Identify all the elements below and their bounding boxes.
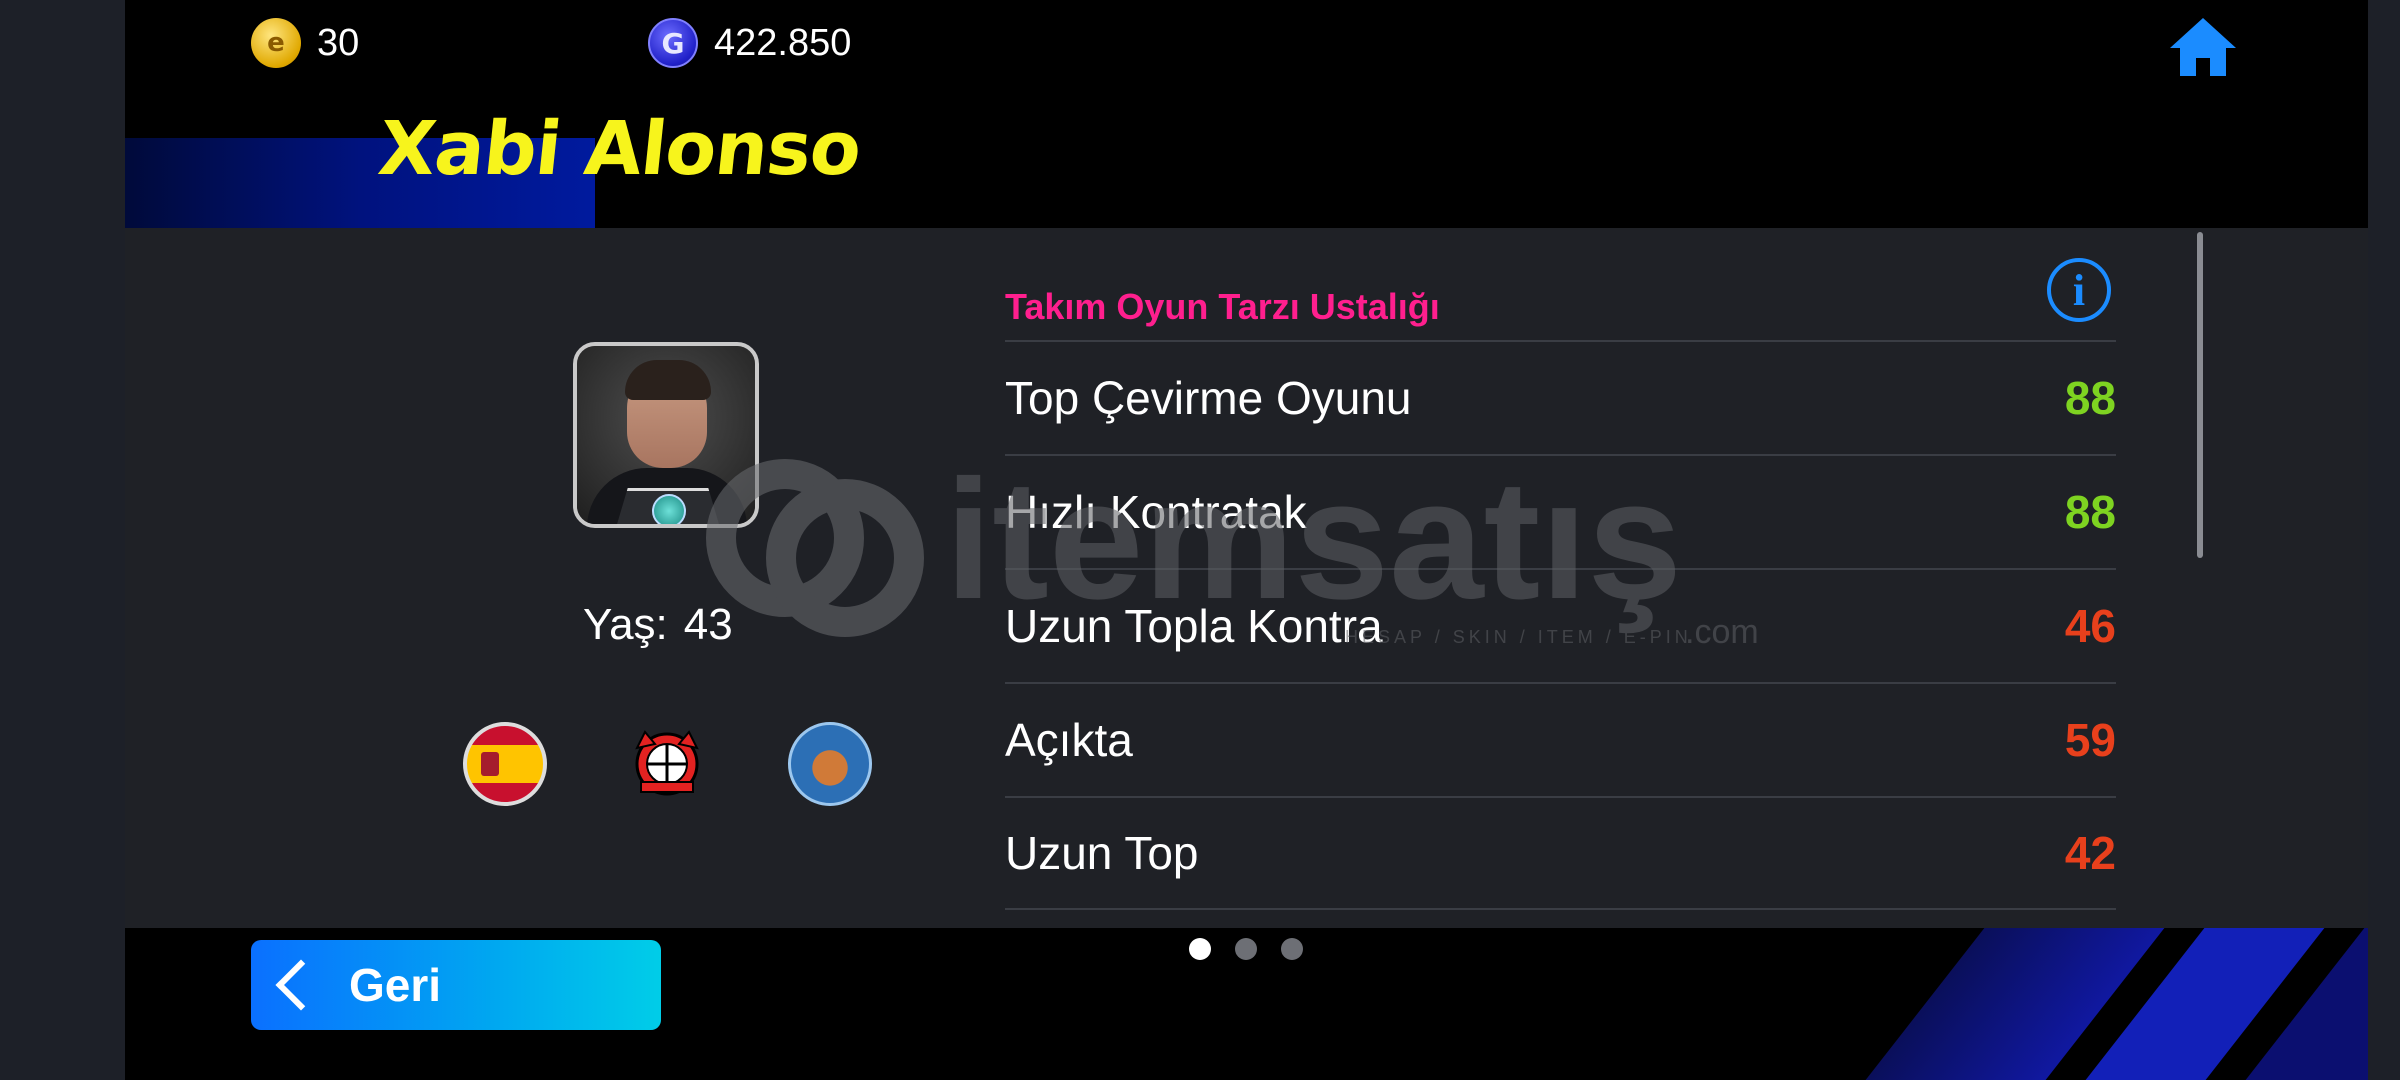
- list-item: Uzun Top 42: [1005, 796, 2116, 910]
- stat-value: 42: [2064, 827, 2116, 879]
- stat-value: 88: [2064, 372, 2116, 424]
- right-letterbox: [2368, 0, 2400, 1080]
- europa-league-icon: [788, 722, 872, 806]
- stat-value: 46: [2064, 600, 2116, 652]
- page-dot[interactable]: [1235, 938, 1257, 960]
- home-icon: [2170, 18, 2236, 76]
- player-portrait[interactable]: [573, 342, 759, 528]
- coins-value: 30: [317, 21, 360, 64]
- page-dot-active[interactable]: [1189, 938, 1211, 960]
- home-button[interactable]: [2168, 14, 2238, 80]
- section-title: Takım Oyun Tarzı Ustalığı: [1005, 286, 1440, 327]
- stat-value: 59: [2064, 714, 2116, 766]
- page-indicator: [1189, 938, 1303, 960]
- efootball-badge-icon: [652, 494, 686, 524]
- leverkusen-crest-icon: [625, 722, 709, 806]
- gp-counter: G 422.850: [648, 18, 851, 68]
- list-item: Hızlı Kontratak 88: [1005, 454, 2116, 568]
- scrollbar[interactable]: [2197, 232, 2203, 558]
- back-button-label: Geri: [349, 959, 442, 1011]
- stat-label: Uzun Top: [1005, 827, 1199, 879]
- stat-label: Hızlı Kontratak: [1005, 486, 1307, 538]
- age-value: 43: [683, 600, 733, 649]
- player-name: Xabi Alonso: [374, 106, 865, 192]
- efootball-coin-icon: e: [251, 18, 301, 68]
- list-item: Açıkta 59: [1005, 682, 2116, 796]
- stat-label: Top Çevirme Oyunu: [1005, 372, 1412, 424]
- age-label: Yaş:: [583, 600, 668, 649]
- list-item: Top Çevirme Oyunu 88: [1005, 340, 2116, 454]
- chevron-left-icon: [275, 959, 327, 1011]
- stat-label: Uzun Topla Kontra: [1005, 600, 1383, 652]
- stats-list: Top Çevirme Oyunu 88 Hızlı Kontratak 88 …: [1005, 340, 2116, 910]
- page-dot[interactable]: [1281, 938, 1303, 960]
- spain-flag-icon: [463, 722, 547, 806]
- list-item: Uzun Topla Kontra 46: [1005, 568, 2116, 682]
- age-display: Yaş: 43: [583, 600, 733, 650]
- game-screen: e 30 G 422.850 Xabi Alonso Yaş: 43 Takım…: [125, 0, 2368, 1080]
- back-button[interactable]: Geri: [251, 940, 661, 1030]
- player-panel: Yaş: 43 Takım Oyun Tarzı Ustalığı i Top …: [125, 228, 2368, 928]
- coins-counter: e 30: [251, 18, 359, 68]
- top-bar: e 30 G 422.850 Xabi Alonso: [125, 0, 2368, 228]
- gp-value: 422.850: [714, 21, 852, 64]
- left-letterbox: [0, 0, 125, 1080]
- gp-coin-icon: G: [648, 18, 698, 68]
- stat-value: 88: [2064, 486, 2116, 538]
- stat-label: Açıkta: [1005, 714, 1133, 766]
- info-icon[interactable]: i: [2047, 258, 2111, 322]
